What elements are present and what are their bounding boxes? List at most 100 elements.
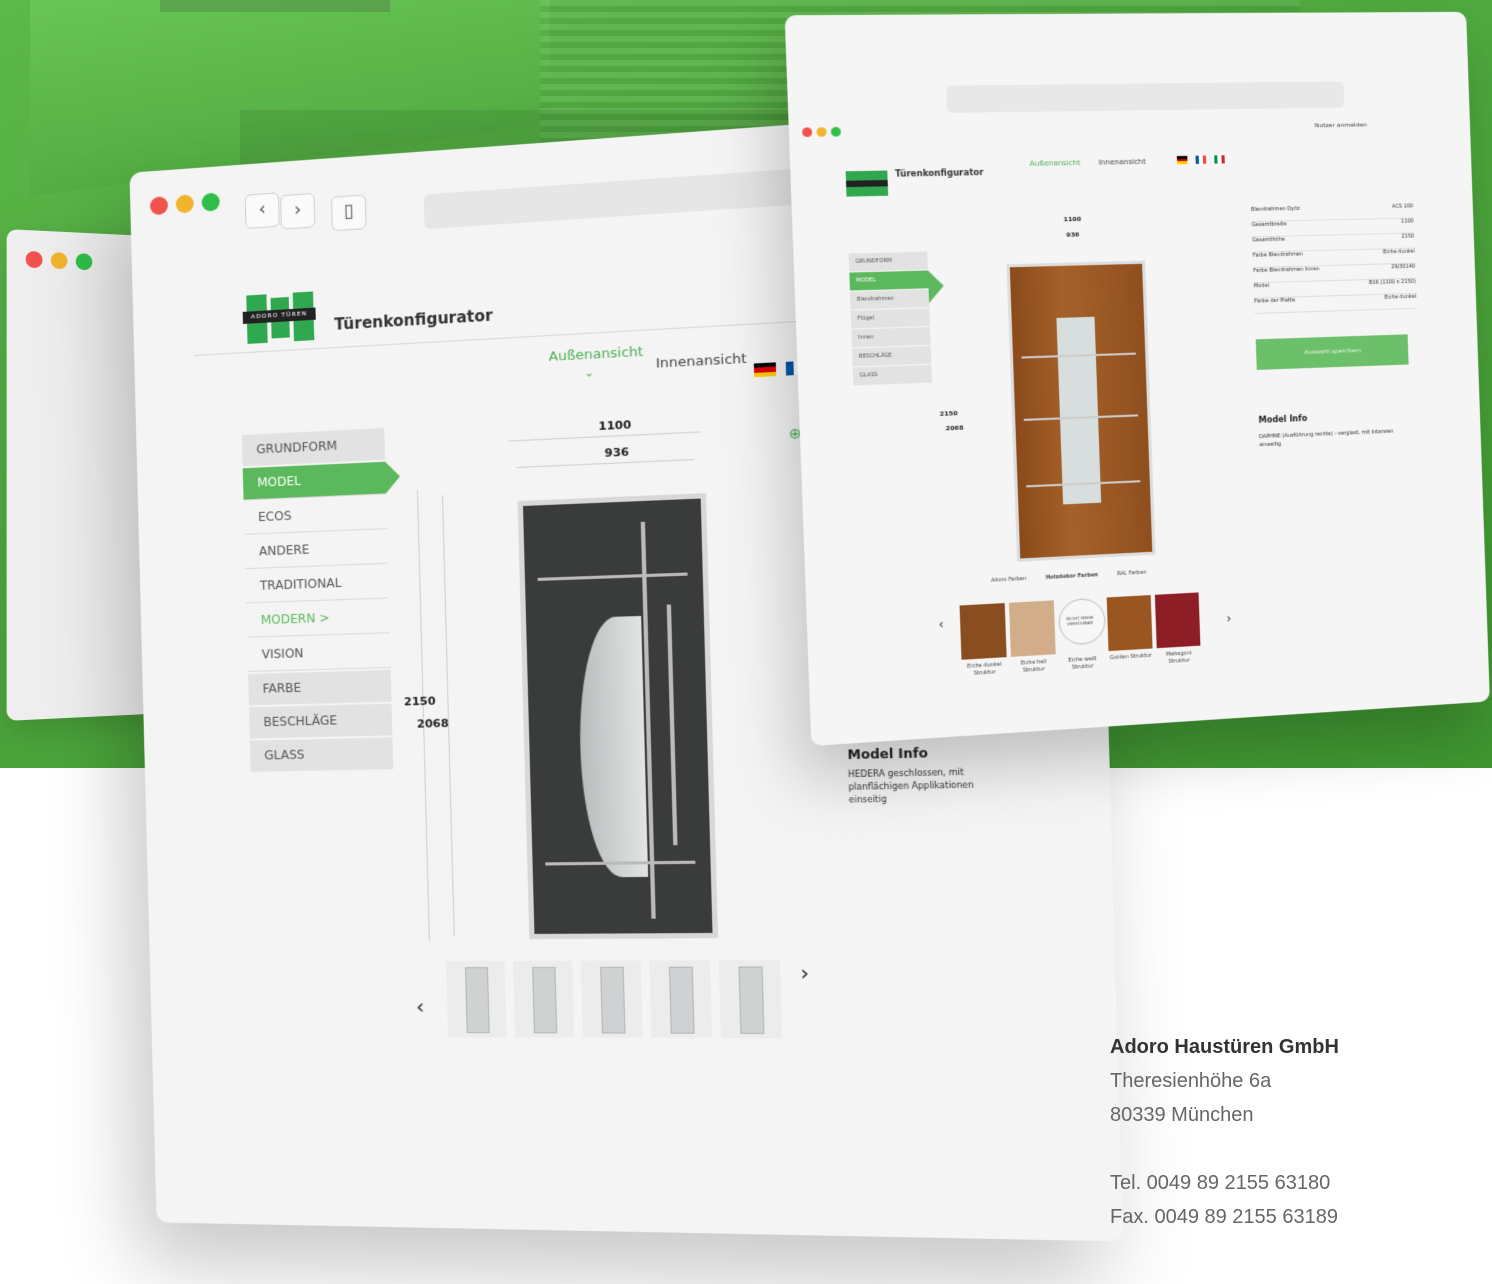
menu-item[interactable]: FARBE — [248, 670, 391, 705]
company-tel: Tel. 0049 89 2155 63180 — [1110, 1166, 1339, 1200]
door-preview — [1006, 261, 1155, 562]
model-thumbnail[interactable] — [513, 961, 574, 1038]
chevron-left-icon[interactable]: ‹ — [416, 994, 425, 1019]
model-thumbnail[interactable] — [446, 961, 507, 1037]
height-outer-label: 2150 — [940, 410, 958, 418]
sidebar-toggle-icon[interactable]: ▯ — [331, 194, 367, 231]
color-tab[interactable]: Holzdekor Farben — [1046, 572, 1099, 581]
spec-label: Gesamthöhe — [1252, 237, 1285, 252]
close-dot[interactable] — [26, 251, 43, 268]
menu-item[interactable]: TRADITIONAL — [245, 566, 388, 604]
right-browser-window: Nutzer anmelden Türenkonfigurator Außena… — [785, 12, 1490, 746]
flag-it-icon[interactable] — [1214, 155, 1225, 163]
menu-item[interactable]: VISION — [247, 635, 390, 672]
spec-value: ACS 100 — [1392, 203, 1414, 218]
width-inner-label: 936 — [604, 445, 629, 460]
menu-item[interactable]: GLASS — [250, 737, 393, 771]
menu-item[interactable]: MODEL — [849, 270, 928, 290]
config-menu: GRUNDFORM MODEL ECOS ANDERE TRADITIONAL MODER… — [242, 428, 393, 774]
forward-button[interactable]: › — [280, 193, 315, 230]
chevron-right-icon[interactable]: › — [800, 960, 810, 985]
menu-item[interactable]: ANDERE — [245, 531, 388, 569]
model-thumbnail[interactable] — [649, 960, 712, 1038]
spec-label: Model — [1254, 283, 1270, 298]
door-thumbnail-icon — [532, 967, 557, 1033]
color-swatch[interactable] — [1009, 600, 1056, 657]
swatch-label: Eiche hell Struktur — [1009, 658, 1059, 675]
model-info-text: HEDERA geschlossen, mit planflächigen Ap… — [848, 766, 1007, 807]
window-controls — [26, 251, 101, 275]
app-title: Türenkonfigurator — [895, 168, 984, 179]
flag-de-icon[interactable] — [754, 362, 776, 377]
height-outer-line — [417, 490, 430, 941]
menu-item[interactable]: GRUNDFORM — [849, 252, 928, 272]
door-glass — [577, 616, 648, 878]
minimize-dot[interactable] — [816, 127, 826, 137]
color-tab[interactable]: RAL Farben — [1117, 570, 1147, 578]
address-bar[interactable] — [946, 81, 1344, 113]
close-dot[interactable] — [802, 127, 812, 137]
back-button[interactable]: ‹ — [245, 192, 280, 229]
close-dot[interactable] — [150, 196, 168, 215]
menu-item[interactable]: MODEL — [243, 462, 386, 501]
company-fax: Fax. 0049 89 2155 63189 — [1110, 1200, 1339, 1234]
zoom-dot[interactable] — [831, 127, 841, 137]
menu-item[interactable]: Blendrahmen — [850, 289, 929, 309]
color-tabs: Adoro Farben Holzdekor Farben RAL Farben — [991, 569, 1165, 584]
menu-item[interactable]: ECOS — [244, 496, 387, 534]
flag-fr-icon[interactable] — [1196, 156, 1207, 164]
company-address: Adoro Haustüren GmbH Theresienhöhe 6a 80… — [1110, 1030, 1339, 1234]
tab-inner-view[interactable]: Innenansicht — [656, 351, 747, 372]
chevron-right-icon[interactable]: › — [1226, 611, 1231, 626]
minimize-dot[interactable] — [51, 252, 68, 269]
model-thumbnail[interactable] — [581, 961, 643, 1038]
color-swatch[interactable] — [1107, 595, 1153, 651]
spec-label: Gesamtbreite — [1252, 221, 1287, 236]
color-swatch[interactable] — [1155, 592, 1201, 648]
height-inner-label: 2068 — [945, 424, 963, 432]
minimize-dot[interactable] — [176, 194, 194, 213]
save-button[interactable]: Auswahl speichern — [1256, 334, 1409, 370]
width-outer-line — [509, 431, 701, 441]
spec-value: B16 (1100 x 2150) — [1369, 279, 1416, 294]
tab-outer-view[interactable]: Außenansicht — [1029, 159, 1080, 168]
spec-label: Farbe der Platte — [1254, 297, 1295, 312]
swatch-label: Golden Struktur — [1107, 652, 1155, 662]
swatch-label: Mahagoni Struktur — [1155, 650, 1203, 667]
swatch-label: Eiche weiß Struktur — [1058, 655, 1107, 672]
adoro-logo[interactable]: ADORO TÜREN — [242, 291, 316, 344]
zoom-dot[interactable] — [76, 253, 92, 270]
menu-item[interactable]: Innen — [851, 327, 930, 347]
menu-item[interactable]: BESCHLÄGE — [852, 346, 931, 367]
config-menu: GRUNDFORM MODEL Blendrahmen Flügel Innen BESC… — [849, 252, 932, 387]
model-thumbnails — [446, 960, 791, 1045]
model-info-title: Model Info — [847, 746, 928, 763]
spec-label: Farbe Blendrahmen — [1253, 251, 1304, 267]
menu-item[interactable]: GLASS — [853, 365, 932, 386]
spec-label: Farbe Blendrahmen Innen — [1253, 266, 1320, 282]
tab-inner-view[interactable]: Innenansicht — [1098, 158, 1146, 167]
adoro-logo[interactable] — [846, 171, 889, 197]
zoom-dot[interactable] — [201, 192, 219, 211]
height-outer-label: 2150 — [404, 694, 436, 708]
chevron-left-icon[interactable]: ‹ — [938, 617, 944, 632]
login-link[interactable]: Nutzer anmelden — [1315, 121, 1368, 129]
chevron-down-icon: ⌄ — [584, 366, 594, 380]
menu-item[interactable]: GRUNDFORM — [242, 428, 385, 466]
menu-item[interactable]: Flügel — [851, 308, 930, 328]
door-bar — [538, 572, 688, 580]
color-swatch[interactable] — [960, 603, 1007, 660]
door-thumbnail-icon — [738, 966, 764, 1034]
swatch-label: Eiche dunkel Struktur — [960, 661, 1010, 679]
company-street: Theresienhöhe 6a — [1110, 1064, 1339, 1098]
flag-de-icon[interactable] — [1177, 156, 1188, 164]
menu-item[interactable]: MODERN > — [246, 601, 389, 638]
model-info-text: DAPHNE (Ausführung rechts) - verglast, m… — [1259, 427, 1411, 450]
width-outer-label: 1100 — [1063, 216, 1081, 224]
color-tab[interactable]: Adoro Farben — [991, 576, 1027, 584]
spec-value: Eiche dunkel — [1383, 249, 1415, 264]
model-thumbnail[interactable] — [719, 960, 782, 1038]
tab-outer-view[interactable]: Außenansicht — [548, 344, 643, 365]
language-flags — [1177, 148, 1229, 168]
menu-item[interactable]: BESCHLÄGE — [249, 704, 392, 739]
